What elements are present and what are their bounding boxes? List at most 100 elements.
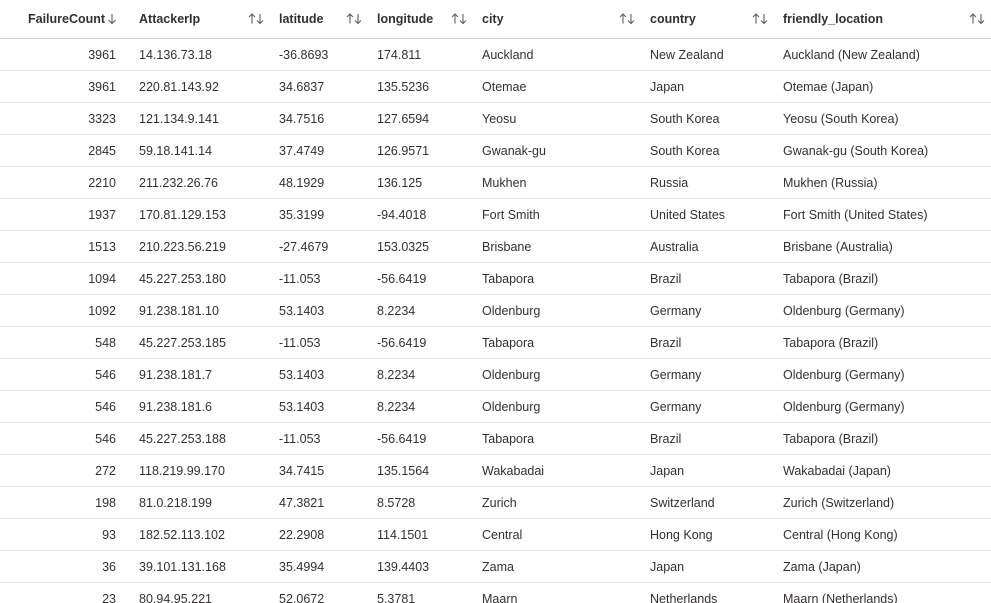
failure-count-cell: 546 <box>0 358 130 391</box>
country-cell: Switzerland <box>641 486 774 519</box>
failure-count-cell: 546 <box>0 390 130 423</box>
table-row[interactable]: 23 80.94.95.221 52.0672 5.3781 Maarn Netherla… <box>0 582 991 603</box>
latitude-cell: 34.7415 <box>270 454 368 487</box>
table-row[interactable]: 1937 170.81.129.153 35.3199 -94.4018 Fort Sm… <box>0 198 991 231</box>
friendly-location-cell: Tabapora (Brazil) <box>774 262 991 295</box>
longitude-cell: -56.6419 <box>368 262 473 295</box>
column-header-attackerip[interactable]: AttackerIp <box>130 0 270 39</box>
latitude-cell: 35.3199 <box>270 198 368 231</box>
latitude-cell: 34.7516 <box>270 102 368 135</box>
latitude-cell: 48.1929 <box>270 166 368 199</box>
failure-count-cell: 1937 <box>0 198 130 231</box>
sort-updown-icon[interactable] <box>969 13 985 25</box>
failure-count-cell: 3323 <box>0 102 130 135</box>
city-cell: Oldenburg <box>473 294 641 327</box>
attacker-ip-cell: 118.219.99.170 <box>130 454 270 487</box>
attacker-ip-cell: 59.18.141.14 <box>130 134 270 167</box>
country-cell: Russia <box>641 166 774 199</box>
country-cell: Netherlands <box>641 582 774 603</box>
country-cell: Japan <box>641 70 774 103</box>
column-label: FailureCount <box>28 12 106 26</box>
table-row[interactable]: 2210 211.232.26.76 48.1929 136.125 Mukhen Rus… <box>0 166 991 199</box>
failure-count-cell: 1094 <box>0 262 130 295</box>
sort-updown-icon[interactable] <box>451 13 467 25</box>
latitude-cell: -11.053 <box>270 262 368 295</box>
friendly-location-cell: Wakabadai (Japan) <box>774 454 991 487</box>
city-cell: Zama <box>473 550 641 583</box>
longitude-cell: 8.2234 <box>368 390 473 423</box>
friendly-location-cell: Zama (Japan) <box>774 550 991 583</box>
sort-updown-icon[interactable] <box>248 13 264 25</box>
attacker-ip-cell: 81.0.218.199 <box>130 486 270 519</box>
table-row[interactable]: 546 91.238.181.6 53.1403 8.2234 Oldenburg Ger… <box>0 390 991 423</box>
attacker-ip-cell: 170.81.129.153 <box>130 198 270 231</box>
table-row[interactable]: 272 118.219.99.170 34.7415 135.1564 Wakabada… <box>0 454 991 487</box>
table-row[interactable]: 93 182.52.113.102 22.2908 114.1501 Central Ho… <box>0 518 991 551</box>
table-row[interactable]: 3323 121.134.9.141 34.7516 127.6594 Yeosu Sou… <box>0 102 991 135</box>
attacker-ip-cell: 121.134.9.141 <box>130 102 270 135</box>
table-row[interactable]: 546 45.227.253.188 -11.053 -56.6419 Tabapora… <box>0 422 991 455</box>
latitude-cell: 47.3821 <box>270 486 368 519</box>
attacker-ip-cell: 80.94.95.221 <box>130 582 270 603</box>
column-header-friendly-location[interactable]: friendly_location <box>774 0 991 39</box>
longitude-cell: 136.125 <box>368 166 473 199</box>
table-row[interactable]: 1092 91.238.181.10 53.1403 8.2234 Oldenburg G… <box>0 294 991 327</box>
attacker-ip-cell: 91.238.181.7 <box>130 358 270 391</box>
attacker-ip-cell: 45.227.253.185 <box>130 326 270 359</box>
column-header-country[interactable]: country <box>641 0 774 39</box>
column-header-failurecount[interactable]: FailureCount <box>0 0 130 39</box>
friendly-location-cell: Mukhen (Russia) <box>774 166 991 199</box>
country-cell: Germany <box>641 294 774 327</box>
column-header-latitude[interactable]: latitude <box>270 0 368 39</box>
friendly-location-cell: Oldenburg (Germany) <box>774 294 991 327</box>
table-row[interactable]: 3961 14.136.73.18 -36.8693 174.811 Auckland N… <box>0 38 991 71</box>
sort-descending-icon[interactable] <box>107 13 117 25</box>
sort-updown-icon[interactable] <box>619 13 635 25</box>
attacker-ip-cell: 210.223.56.219 <box>130 230 270 263</box>
longitude-cell: 127.6594 <box>368 102 473 135</box>
longitude-cell: 153.0325 <box>368 230 473 263</box>
city-cell: Mukhen <box>473 166 641 199</box>
country-cell: New Zealand <box>641 38 774 71</box>
city-cell: Oldenburg <box>473 358 641 391</box>
table-body: 3961 14.136.73.18 -36.8693 174.811 Auckland N… <box>0 38 991 603</box>
latitude-cell: 53.1403 <box>270 358 368 391</box>
failure-count-cell: 198 <box>0 486 130 519</box>
column-header-city[interactable]: city <box>473 0 641 39</box>
friendly-location-cell: Auckland (New Zealand) <box>774 38 991 71</box>
city-cell: Oldenburg <box>473 390 641 423</box>
longitude-cell: -56.6419 <box>368 326 473 359</box>
results-table: FailureCount AttackerIp latitude longitu… <box>0 0 991 603</box>
table-row[interactable]: 198 81.0.218.199 47.3821 8.5728 Zurich Switze… <box>0 486 991 519</box>
attacker-ip-cell: 182.52.113.102 <box>130 518 270 551</box>
header-row: FailureCount AttackerIp latitude longitu… <box>0 0 991 39</box>
table-row[interactable]: 2845 59.18.141.14 37.4749 126.9571 Gwanak-gu… <box>0 134 991 167</box>
city-cell: Tabapora <box>473 422 641 455</box>
latitude-cell: -11.053 <box>270 326 368 359</box>
table-row[interactable]: 546 91.238.181.7 53.1403 8.2234 Oldenburg Ger… <box>0 358 991 391</box>
attacker-ip-cell: 91.238.181.10 <box>130 294 270 327</box>
longitude-cell: 139.4403 <box>368 550 473 583</box>
sort-updown-icon[interactable] <box>752 13 768 25</box>
friendly-location-cell: Brisbane (Australia) <box>774 230 991 263</box>
table-row[interactable]: 36 39.101.131.168 35.4994 139.4403 Zama Japan… <box>0 550 991 583</box>
friendly-location-cell: Tabapora (Brazil) <box>774 422 991 455</box>
failure-count-cell: 272 <box>0 454 130 487</box>
table-row[interactable]: 1094 45.227.253.180 -11.053 -56.6419 Tabapor… <box>0 262 991 295</box>
longitude-cell: 126.9571 <box>368 134 473 167</box>
country-cell: Australia <box>641 230 774 263</box>
failure-count-cell: 93 <box>0 518 130 551</box>
city-cell: Auckland <box>473 38 641 71</box>
longitude-cell: 8.2234 <box>368 358 473 391</box>
city-cell: Fort Smith <box>473 198 641 231</box>
table-row[interactable]: 548 45.227.253.185 -11.053 -56.6419 Tabapora… <box>0 326 991 359</box>
longitude-cell: 8.2234 <box>368 294 473 327</box>
longitude-cell: 135.5236 <box>368 70 473 103</box>
table-row[interactable]: 1513 210.223.56.219 -27.4679 153.0325 Brisba… <box>0 230 991 263</box>
column-header-longitude[interactable]: longitude <box>368 0 473 39</box>
results-grid: FailureCount AttackerIp latitude longitu… <box>0 0 991 603</box>
sort-updown-icon[interactable] <box>346 13 362 25</box>
table-row[interactable]: 3961 220.81.143.92 34.6837 135.5236 Otemae Ja… <box>0 70 991 103</box>
latitude-cell: 22.2908 <box>270 518 368 551</box>
friendly-location-cell: Otemae (Japan) <box>774 70 991 103</box>
